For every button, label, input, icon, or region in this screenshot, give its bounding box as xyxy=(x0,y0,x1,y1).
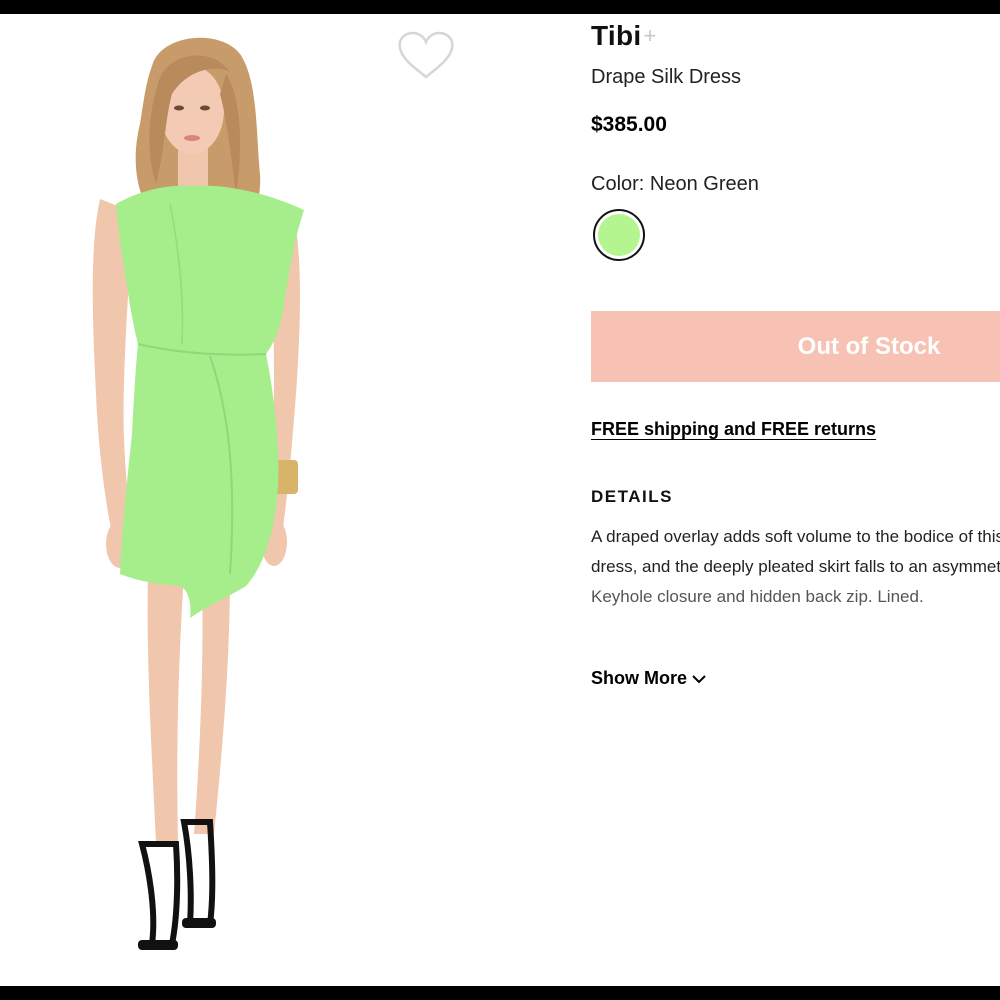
follow-brand-icon[interactable]: + xyxy=(643,23,656,48)
details-heading: DETAILS xyxy=(591,487,673,506)
chevron-down-icon xyxy=(692,674,706,683)
details-text-line: A draped overlay adds soft volume to the… xyxy=(591,527,1000,546)
details-text-line: dress, and the deeply pleated skirt fall… xyxy=(591,557,1000,576)
out-of-stock-button[interactable]: Out of Stock xyxy=(591,311,1000,382)
show-more-button[interactable]: Show More xyxy=(591,668,707,689)
color-swatch-neon-green[interactable] xyxy=(593,209,645,261)
bottom-frame-bar xyxy=(0,986,1000,1000)
top-frame-bar xyxy=(0,0,1000,14)
out-of-stock-label: Out of Stock xyxy=(797,332,941,360)
product-info-panel: Tibi+ Drape Silk Dress $385.00 Color: Ne… xyxy=(591,14,1000,986)
free-shipping-link[interactable]: FREE shipping and FREE returns xyxy=(591,419,876,440)
wishlist-button[interactable] xyxy=(396,30,456,82)
details-text-line: Keyhole closure and hidden back zip. Lin… xyxy=(591,587,924,606)
brand-row: Tibi+ xyxy=(591,20,656,52)
product-image[interactable] xyxy=(60,14,370,986)
heart-outline-icon xyxy=(398,31,454,79)
color-label: Color: Neon Green xyxy=(591,173,759,195)
product-price: $385.00 xyxy=(591,113,667,136)
product-name: Drape Silk Dress xyxy=(591,66,742,88)
show-more-label: Show More xyxy=(591,668,688,688)
swatch-fill xyxy=(598,214,640,256)
brand-link[interactable]: Tibi xyxy=(591,20,641,51)
